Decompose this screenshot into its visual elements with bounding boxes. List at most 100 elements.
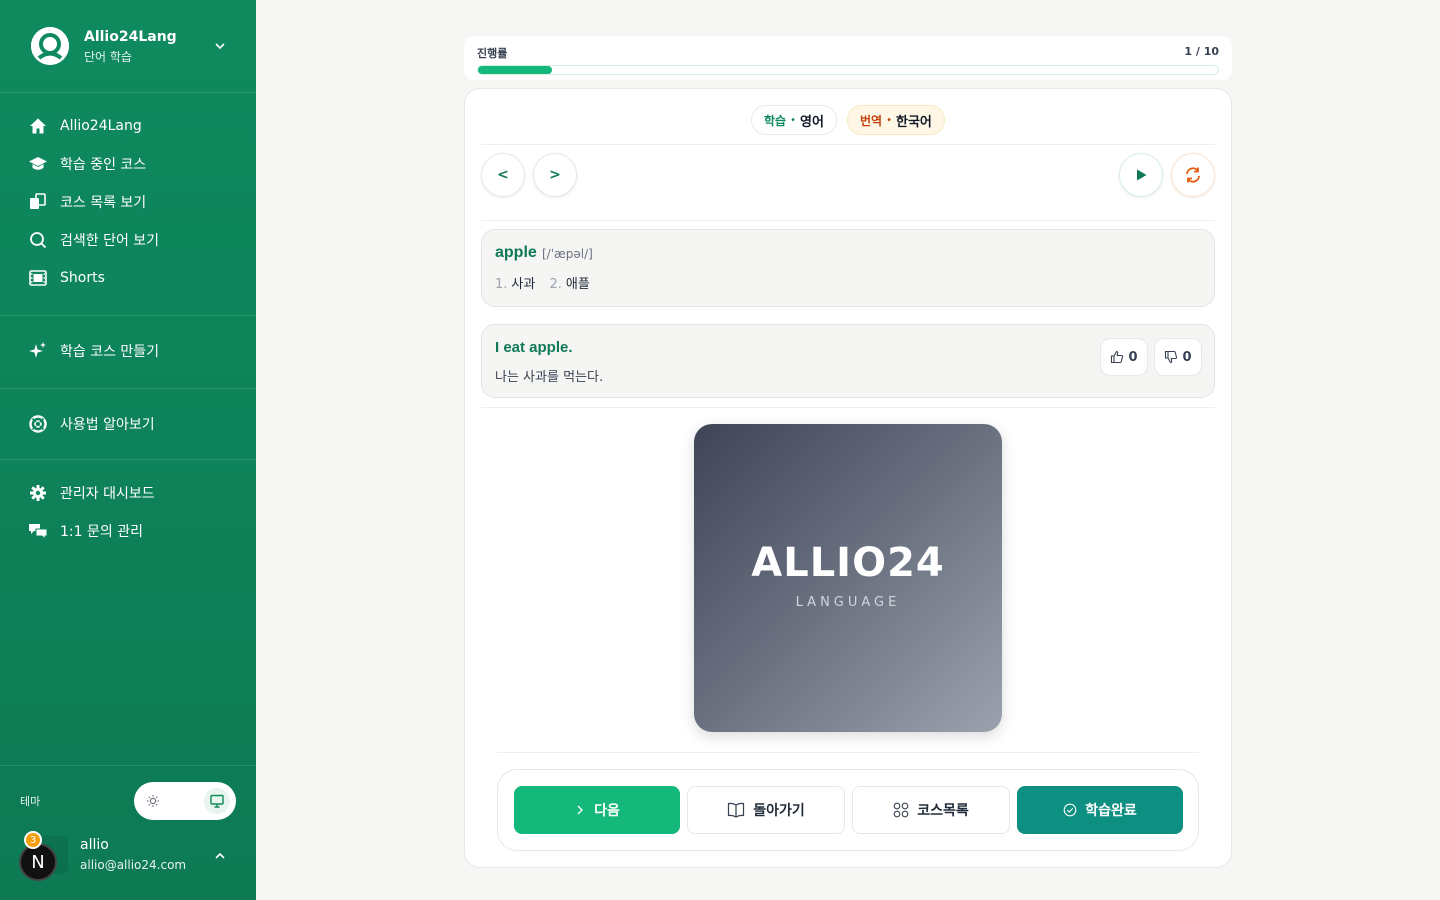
- sidebar-divider: [0, 765, 256, 766]
- user-name: allio: [80, 837, 109, 853]
- course-list-icon: [28, 192, 48, 212]
- word-meanings: 1. 사과 2. 애플: [495, 273, 600, 292]
- meaning-number: 1.: [495, 277, 508, 292]
- search-icon: [28, 230, 48, 250]
- action-bar: 다음 돌아가기 코스목록 학습완료: [497, 769, 1199, 851]
- sparkles-icon: [28, 341, 48, 361]
- chevron-up-icon[interactable]: [212, 848, 228, 864]
- theme-label: 테마: [20, 795, 41, 808]
- nav-label: Allio24Lang: [60, 118, 142, 134]
- theme-switcher: [134, 782, 236, 820]
- moon-icon: [179, 795, 188, 807]
- control-row: < >: [481, 145, 1215, 221]
- divider: [497, 752, 1199, 753]
- dislike-count: 0: [1182, 349, 1192, 365]
- next-word-button[interactable]: >: [533, 153, 577, 197]
- meaning-text: 애플: [565, 277, 590, 292]
- thumbs-down-icon: [1165, 350, 1178, 364]
- back-button-label: 돌아가기: [753, 803, 805, 819]
- nav-item-searched-words[interactable]: 검색한 단어 보기: [0, 222, 256, 258]
- monitor-icon: [210, 794, 224, 808]
- nav-main: Allio24Lang 학습 중인 코스 코스 목록 보기 검색한 단어 보기 …: [0, 93, 256, 316]
- nav-item-admin-dashboard[interactable]: 관리자 대시보드: [0, 475, 256, 511]
- film-icon: [28, 268, 48, 288]
- chat-bubbles-icon: [28, 521, 48, 541]
- back-button[interactable]: 돌아가기: [687, 786, 845, 834]
- play-audio-button[interactable]: [1119, 153, 1163, 197]
- sidebar: Allio24Lang 단어 학습 Allio24Lang 학습 중인 코스 코…: [0, 0, 256, 900]
- next-button-label: 다음: [594, 803, 620, 819]
- brand-header[interactable]: Allio24Lang 단어 학습: [0, 0, 256, 93]
- refresh-icon: [1186, 167, 1200, 183]
- divider: [481, 407, 1215, 408]
- complete-study-button-label: 학습완료: [1085, 803, 1137, 819]
- nav-label: 학습 코스 만들기: [60, 344, 160, 360]
- lifebuoy-icon: [28, 414, 48, 434]
- chevron-down-icon[interactable]: [212, 38, 228, 54]
- progress-count: 1 / 10: [1184, 45, 1219, 58]
- gear-icon: [28, 483, 48, 503]
- language-row: 학습 • 영어 번역 • 한국어: [481, 89, 1215, 145]
- example-sentence-card: I eat apple. 나는 사과를 먹는다. 0 0: [481, 324, 1215, 398]
- meaning-text: 사과: [511, 277, 536, 292]
- study-language-pill: 학습 • 영어: [751, 105, 837, 135]
- word-text: apple: [495, 244, 537, 261]
- notification-badge: 3: [24, 831, 42, 849]
- avatar[interactable]: N: [19, 843, 57, 881]
- progress-label: 진행률: [477, 47, 508, 60]
- sentence-korean: 나는 사과를 먹는다.: [495, 370, 604, 385]
- nav-label: Shorts: [60, 270, 105, 286]
- complete-study-button[interactable]: 학습완료: [1017, 786, 1183, 834]
- nav-create: 학습 코스 만들기: [0, 316, 256, 389]
- nav-help: 사용법 알아보기: [0, 389, 256, 460]
- play-icon: [1137, 169, 1147, 181]
- course-list-button[interactable]: 코스목록: [852, 786, 1010, 834]
- progress-bar-fill: [478, 66, 552, 74]
- theme-light-button[interactable]: [140, 788, 166, 814]
- nav-admin: 관리자 대시보드 1:1 문의 관리: [0, 460, 256, 560]
- sun-icon: [147, 795, 159, 807]
- brand-logo-icon: [31, 27, 69, 65]
- nav-item-learning-courses[interactable]: 학습 중인 코스: [0, 146, 256, 182]
- study-language-value: 영어: [800, 114, 824, 130]
- graduation-cap-icon: [28, 154, 48, 174]
- nav-item-how-to-use[interactable]: 사용법 알아보기: [0, 406, 256, 442]
- dislike-button[interactable]: 0: [1154, 338, 1202, 376]
- repeat-button[interactable]: [1171, 153, 1215, 197]
- nav-item-create-course[interactable]: 학습 코스 만들기: [0, 333, 256, 369]
- separator-dot: •: [790, 114, 796, 126]
- check-circle-icon: [1063, 803, 1077, 817]
- grid-icon: [893, 802, 909, 818]
- home-icon: [28, 116, 48, 136]
- like-button[interactable]: 0: [1100, 338, 1148, 376]
- brand-subtitle: 단어 학습: [84, 50, 132, 64]
- theme-system-button[interactable]: [204, 788, 230, 814]
- nav-item-course-list[interactable]: 코스 목록 보기: [0, 184, 256, 220]
- prev-word-button[interactable]: <: [481, 153, 525, 197]
- progress-card: 진행률 1 / 10: [464, 36, 1232, 80]
- nav-item-home[interactable]: Allio24Lang: [0, 108, 256, 144]
- next-button[interactable]: 다음: [514, 786, 680, 834]
- nav-label: 1:1 문의 관리: [60, 524, 143, 540]
- image-logo-subtext: LANGUAGE: [795, 595, 901, 610]
- nav-item-inquiry-management[interactable]: 1:1 문의 관리: [0, 513, 256, 549]
- course-list-button-label: 코스목록: [917, 803, 969, 819]
- progress-bar: [477, 65, 1219, 75]
- sentence-english: I eat apple.: [495, 339, 573, 356]
- nav-item-shorts[interactable]: Shorts: [0, 260, 256, 296]
- nav-label: 검색한 단어 보기: [60, 233, 160, 249]
- user-email: allio@allio24.com: [80, 858, 187, 872]
- word-phonetic: [/ˈæpəl/]: [542, 247, 593, 261]
- separator-dot: •: [886, 114, 892, 126]
- translate-language-key: 번역: [860, 113, 883, 128]
- chevron-right-icon: [577, 805, 584, 815]
- study-language-key: 학습: [764, 113, 787, 128]
- nav-label: 학습 중인 코스: [60, 157, 147, 173]
- nav-label: 관리자 대시보드: [60, 486, 155, 502]
- nav-label: 코스 목록 보기: [60, 195, 147, 211]
- thumbs-up-icon: [1111, 350, 1124, 364]
- word-image: ALLIO24 LANGUAGE: [694, 424, 1002, 732]
- book-open-icon: [728, 802, 745, 818]
- theme-dark-button[interactable]: [172, 788, 198, 814]
- study-card: 학습 • 영어 번역 • 한국어 < > apple [/ˈæpəl/] 1. 사…: [464, 88, 1232, 868]
